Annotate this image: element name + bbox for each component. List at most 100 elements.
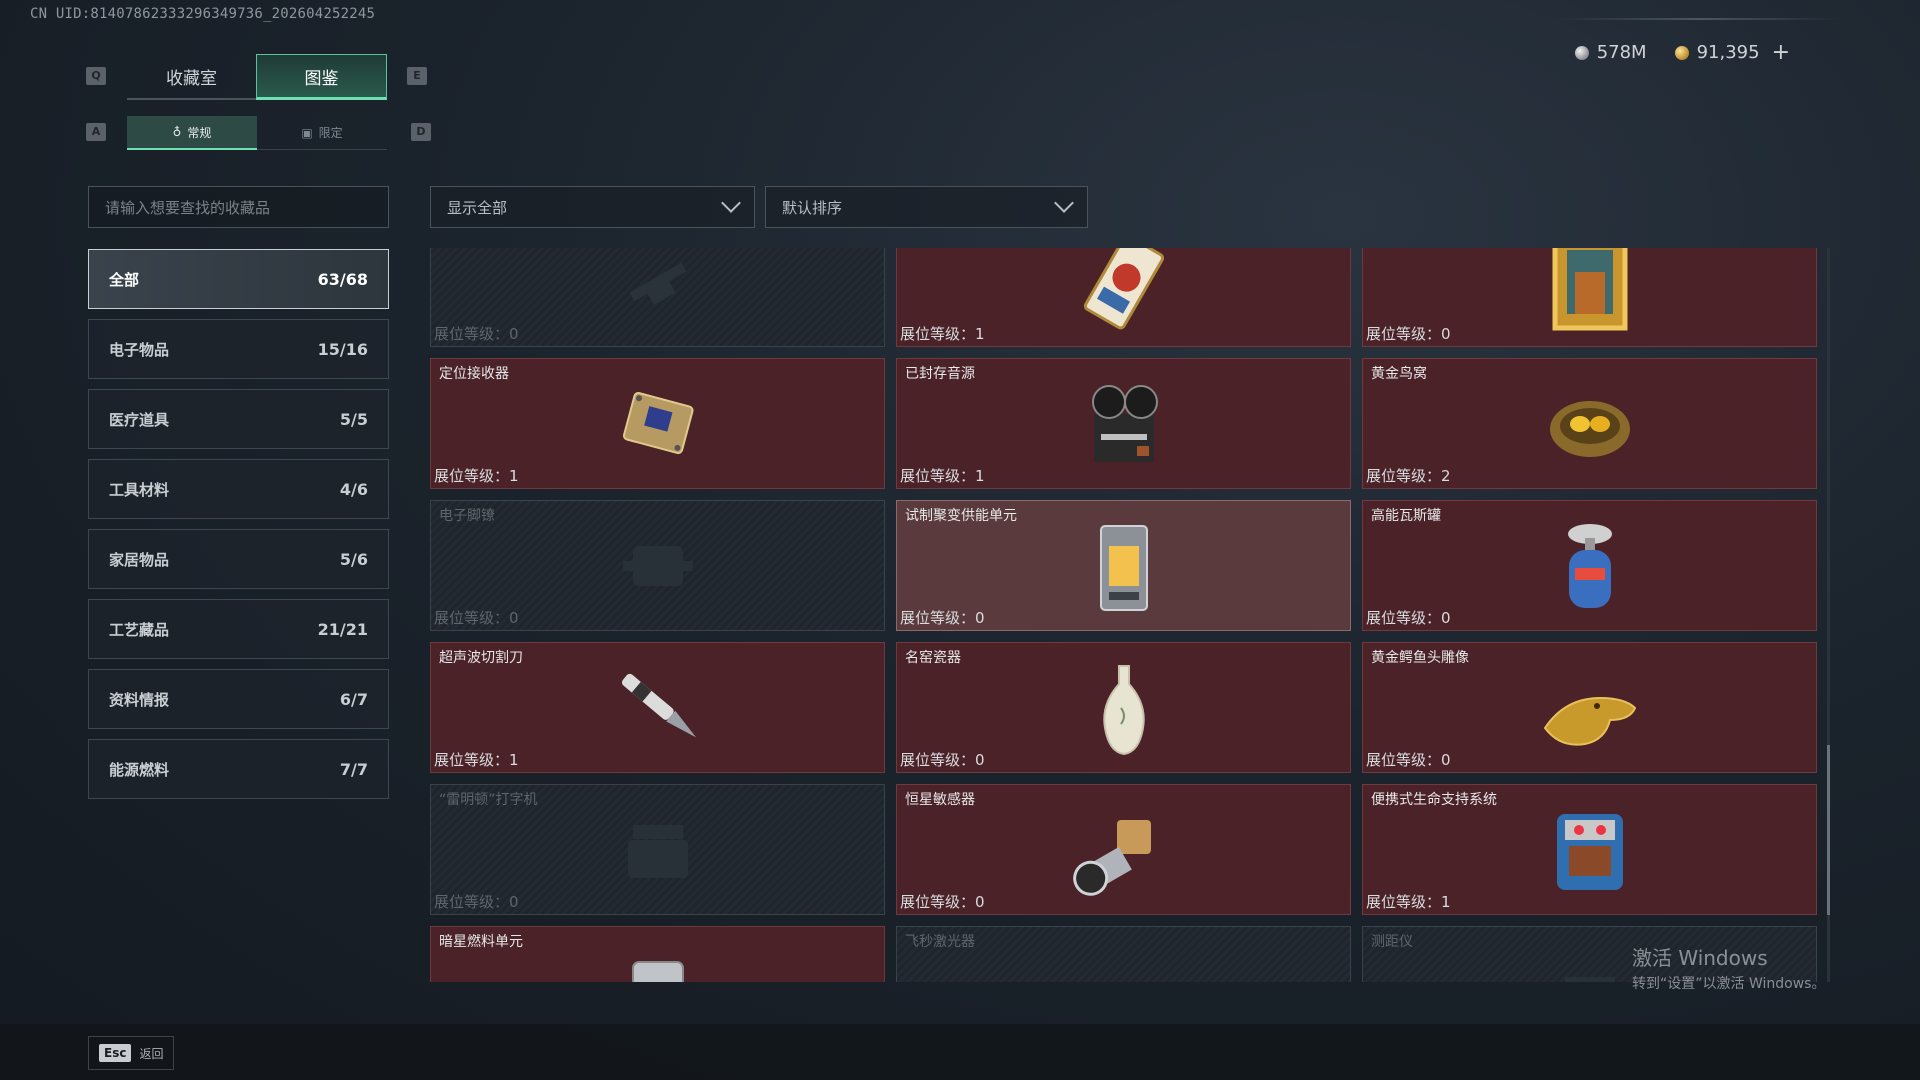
category-list: 全部 63/68 电子物品 15/16 医疗道具 5/5 工具材料 4/6 家居物品 5/… xyxy=(88,249,389,809)
item-name: 暗星燃料单元 xyxy=(439,934,523,950)
level-label: 展位等级： xyxy=(900,325,976,343)
watermark-line-1: 激活 Windows xyxy=(1632,946,1768,970)
collection-item-card[interactable]: 展位等级：0 xyxy=(1362,248,1817,347)
search-input[interactable]: 请输入想要查找的收藏品 xyxy=(88,186,389,228)
gas-canister-icon xyxy=(1535,516,1645,616)
add-currency-button[interactable]: + xyxy=(1772,40,1790,65)
level-label: 展位等级： xyxy=(434,751,510,769)
category-count: 7/7 xyxy=(339,759,368,779)
collection-item-card[interactable]: 名窑瓷器 展位等级：0 xyxy=(896,642,1351,773)
subtab-limited-label: 限定 xyxy=(318,126,343,140)
collection-item-card[interactable]: 飞秒激光器 xyxy=(896,926,1351,982)
collection-item-card[interactable]: 便携式生命支持系统 展位等级：1 xyxy=(1362,784,1817,915)
tab-catalog[interactable]: 图鉴 xyxy=(256,54,387,100)
category-crafts[interactable]: 工艺藏品 21/21 xyxy=(88,599,389,659)
ultrasonic-cutter-icon xyxy=(603,658,713,758)
level-value: 0 xyxy=(509,325,519,343)
sub-tabs: ♁ 常规 ▣ 限定 xyxy=(127,116,387,150)
sort-value: 默认排序 xyxy=(782,198,843,217)
collection-item-card[interactable]: 暗星燃料单元 xyxy=(430,926,885,982)
silver-amount: 578M xyxy=(1596,42,1647,63)
esc-key-icon: Esc xyxy=(99,1044,132,1062)
level-value: 0 xyxy=(1441,609,1451,627)
category-count: 6/7 xyxy=(339,689,368,709)
filter-dropdown[interactable]: 显示全部 xyxy=(430,186,755,228)
level-label: 展位等级： xyxy=(900,467,976,485)
key-hint-d[interactable]: D xyxy=(411,123,431,141)
item-name: 黄金鸟窝 xyxy=(1371,366,1427,382)
key-hint-a[interactable]: A xyxy=(86,123,106,141)
collection-item-card[interactable]: 已封存音源展位等级：1 xyxy=(896,358,1351,489)
item-name: 定位接收器 xyxy=(439,366,509,382)
collection-item-card[interactable]: 展位等级：0 xyxy=(430,248,885,347)
level-value: 1 xyxy=(975,467,985,485)
subtab-regular[interactable]: ♁ 常规 xyxy=(127,116,257,150)
category-count: 4/6 xyxy=(339,479,368,499)
level-label: 展位等级： xyxy=(1366,609,1442,627)
category-intel[interactable]: 资料情报 6/7 xyxy=(88,669,389,729)
sort-dropdown[interactable]: 默认排序 xyxy=(765,186,1088,228)
category-label: 工具材料 xyxy=(109,480,170,499)
category-tools[interactable]: 工具材料 4/6 xyxy=(88,459,389,519)
main-tabs: 收藏室 图鉴 xyxy=(127,54,387,100)
category-medical[interactable]: 医疗道具 5/5 xyxy=(88,389,389,449)
collection-item-card[interactable]: 展位等级：1 xyxy=(896,248,1351,347)
level-label: 展位等级： xyxy=(900,751,976,769)
category-electronics[interactable]: 电子物品 15/16 xyxy=(88,319,389,379)
collection-grid: 展位等级：0 展位等级：1 展位等级：0 定位接收器 展位等级：1 已封存音源 展位等级：1… xyxy=(430,248,1820,982)
item-level: 展位等级：0 xyxy=(434,607,519,628)
item-level: 展位等级：0 xyxy=(434,323,519,344)
back-button[interactable]: Esc 返回 xyxy=(88,1036,175,1070)
category-label: 工艺藏品 xyxy=(109,620,170,639)
item-level: 展位等级：1 xyxy=(900,323,985,344)
life-support-icon xyxy=(1535,800,1645,900)
level-value: 0 xyxy=(975,893,985,911)
level-value: 2 xyxy=(1441,467,1451,485)
collection-item-card[interactable]: 高能瓦斯罐展位等级：0 xyxy=(1362,500,1817,631)
level-label: 展位等级： xyxy=(434,325,510,343)
item-name: 已封存音源 xyxy=(905,366,975,382)
item-name: 高能瓦斯罐 xyxy=(1371,508,1441,524)
subtab-limited[interactable]: ▣ 限定 xyxy=(257,116,387,150)
level-value: 1 xyxy=(975,325,985,343)
key-hint-e[interactable]: E xyxy=(407,67,427,85)
porcelain-vase-icon xyxy=(1069,658,1179,758)
category-label: 家居物品 xyxy=(109,550,170,569)
item-level: 展位等级：0 xyxy=(900,749,985,770)
collection-item-card[interactable]: 恒星敏感器 展位等级：0 xyxy=(896,784,1351,915)
item-name: “雷明顿”打字机 xyxy=(439,792,538,808)
category-all[interactable]: 全部 63/68 xyxy=(88,249,389,309)
gold-currency[interactable]: 91,395 + xyxy=(1674,40,1790,65)
collection-item-card[interactable]: 定位接收器 展位等级：1 xyxy=(430,358,885,489)
item-level: 展位等级：0 xyxy=(1366,749,1451,770)
level-value: 0 xyxy=(1441,751,1451,769)
level-label: 展位等级： xyxy=(434,467,510,485)
collection-item-card[interactable]: “雷明顿”打字机 展位等级：0 xyxy=(430,784,885,915)
level-value: 0 xyxy=(1441,325,1451,343)
bottom-bar xyxy=(0,1024,1920,1080)
category-count: 5/6 xyxy=(339,549,368,569)
level-value: 0 xyxy=(509,609,519,627)
key-hint-q[interactable]: Q xyxy=(86,67,106,85)
collection-item-card[interactable]: 试制聚变供能单元 展位等级：0 xyxy=(896,500,1351,631)
item-name: 超声波切割刀 xyxy=(439,650,523,666)
level-label: 展位等级： xyxy=(434,609,510,627)
positioning-receiver-icon xyxy=(603,374,713,474)
reel-recorder-icon xyxy=(1069,374,1179,474)
tab-collection-room[interactable]: 收藏室 xyxy=(127,54,256,100)
category-household[interactable]: 家居物品 5/6 xyxy=(88,529,389,589)
flame-icon: ♁ xyxy=(172,125,182,139)
item-level: 展位等级：0 xyxy=(1366,607,1451,628)
item-name: 便携式生命支持系统 xyxy=(1371,792,1497,808)
level-label: 展位等级： xyxy=(1366,893,1442,911)
category-energy[interactable]: 能源燃料 7/7 xyxy=(88,739,389,799)
level-label: 展位等级： xyxy=(1366,467,1442,485)
golden-nest-icon xyxy=(1535,374,1645,474)
collection-item-card[interactable]: 电子脚镣 展位等级：0 xyxy=(430,500,885,631)
grid-scrollbar-thumb[interactable] xyxy=(1827,745,1830,915)
collection-item-card[interactable]: 黄金鸟窝展位等级：2 xyxy=(1362,358,1817,489)
level-label: 展位等级： xyxy=(900,609,976,627)
windows-activation-watermark: 激活 Windows 转到“设置”以激活 Windows。 xyxy=(1632,942,1825,993)
collection-item-card[interactable]: 超声波切割刀 展位等级：1 xyxy=(430,642,885,773)
collection-item-card[interactable]: 黄金鳄鱼头雕像 展位等级：0 xyxy=(1362,642,1817,773)
